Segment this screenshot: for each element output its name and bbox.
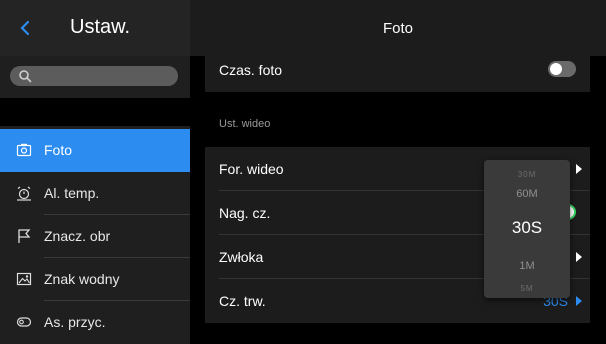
picker-option[interactable]: 60M (484, 188, 570, 200)
sidebar-title: Ustaw. (70, 16, 131, 38)
button-assist-icon (16, 317, 32, 327)
chevron-right-icon (576, 252, 582, 262)
page-title: Foto (382, 20, 413, 37)
sidebar-item-al-temp[interactable]: Al. temp. (0, 172, 190, 215)
sidebar-item-label: Znak wodny (44, 271, 120, 287)
setting-label: Nag. cz. (219, 205, 271, 221)
watermark-icon (16, 272, 32, 286)
chevron-right-icon (576, 296, 582, 306)
picker-option[interactable]: 30M (484, 170, 570, 179)
sidebar-item-foto[interactable]: Foto (0, 129, 190, 172)
search-input[interactable] (10, 66, 178, 86)
alarm-icon (17, 186, 31, 201)
sidebar-item-znak-wodny[interactable]: Znak wodny (0, 258, 190, 301)
sidebar-item-znacz-obr[interactable]: Znacz. obr (0, 215, 190, 258)
flag-icon (18, 229, 31, 243)
picker-option[interactable]: 5M (484, 284, 570, 293)
search-icon (19, 70, 32, 83)
sidebar: Ustaw. Foto Al. temp. Znacz. obr Znak wo… (0, 0, 190, 344)
sidebar-gap (0, 98, 190, 126)
picker-option-selected[interactable]: 30S (484, 218, 570, 238)
back-icon[interactable] (18, 18, 32, 38)
picker-option[interactable]: 1M (484, 260, 570, 272)
toggle-knob (550, 63, 562, 75)
value-picker[interactable]: 30M 60M 30S 1M 5M (484, 160, 570, 298)
sidebar-item-label: Al. temp. (44, 185, 100, 201)
setting-label: Cz. trw. (219, 293, 266, 309)
sidebar-item-label: As. przyc. (44, 314, 106, 330)
section-header: Ust. wideo (219, 118, 271, 130)
sidebar-item-label: Znacz. obr (44, 228, 111, 244)
chevron-right-icon (576, 164, 582, 174)
czas-foto-toggle[interactable] (548, 61, 576, 77)
setting-row-czas-foto[interactable]: Czas. foto (205, 48, 590, 92)
camera-icon (16, 143, 32, 157)
sidebar-item-label: Foto (44, 142, 73, 158)
sidebar-item-as-przyc[interactable]: As. przyc. (0, 301, 190, 344)
setting-label: Czas. foto (219, 62, 283, 78)
setting-label: Zwłoka (219, 249, 264, 265)
setting-label: For. wideo (219, 161, 284, 177)
sidebar-header: Ustaw. (0, 0, 190, 56)
